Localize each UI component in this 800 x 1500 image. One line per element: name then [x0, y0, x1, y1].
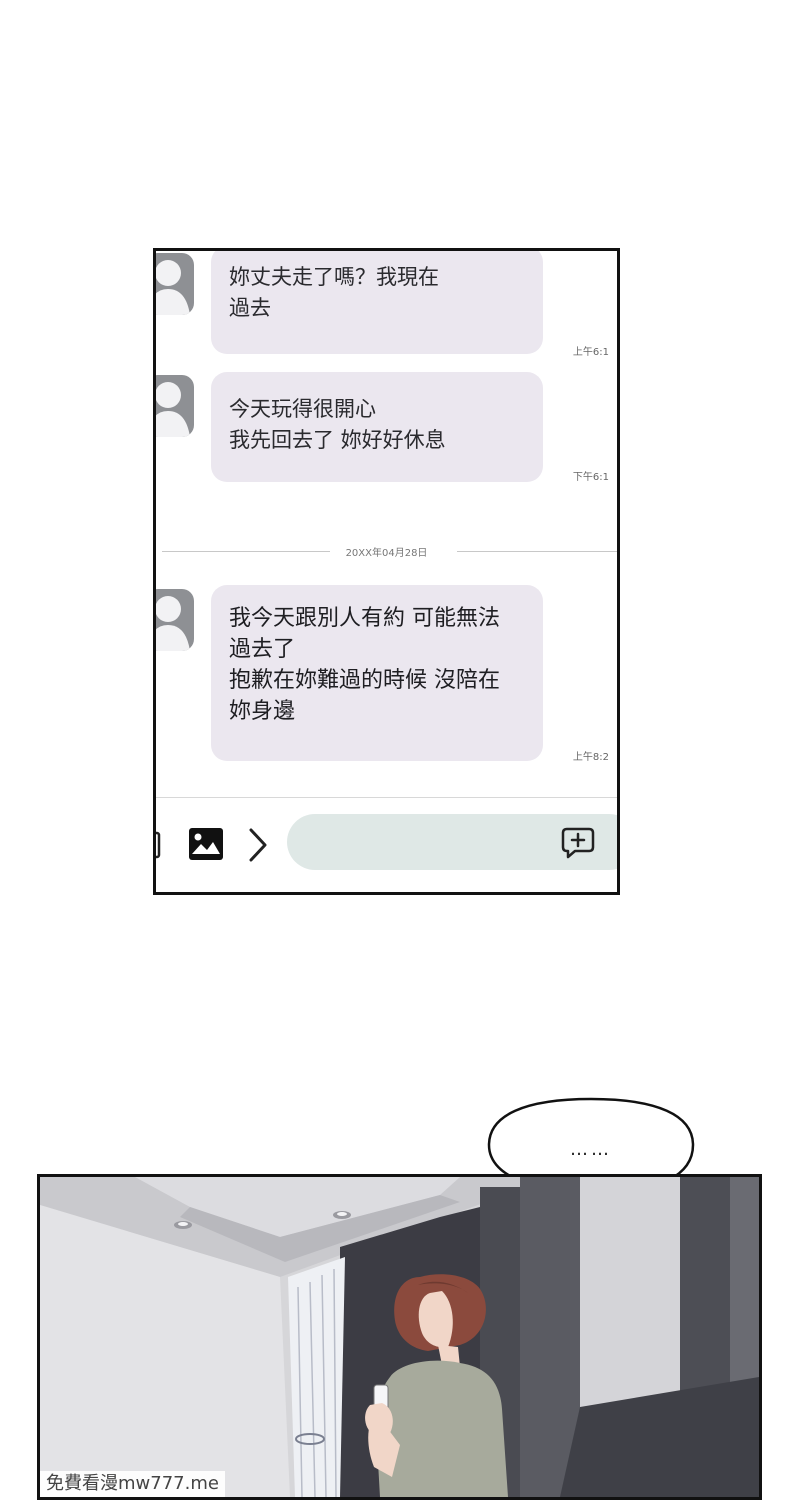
message-time: 下午6:1 — [572, 472, 609, 483]
chat-feed: 妳丈夫走了嗎？我現在 過去 上午6:1 今天玩得很開心 我先回去了 妳好好休息 … — [156, 251, 617, 796]
speech-text: …… — [570, 1139, 612, 1160]
room-illustration — [40, 1177, 759, 1497]
date-divider: 20XX年04月28日 — [156, 544, 617, 559]
message-bubble: 今天玩得很開心 我先回去了 妳好好休息 — [211, 372, 543, 482]
avatar — [156, 253, 194, 315]
image-icon[interactable] — [188, 827, 224, 865]
avatar — [156, 589, 194, 651]
add-comment-icon[interactable] — [561, 827, 595, 863]
message-bubble: 妳丈夫走了嗎？我現在 過去 — [211, 251, 543, 354]
message-time: 上午6:1 — [572, 347, 609, 358]
avatar — [156, 375, 194, 437]
message-input[interactable] — [287, 814, 617, 870]
divider-line — [457, 551, 617, 552]
attach-icon[interactable] — [156, 831, 162, 863]
chat-input-bar — [156, 797, 617, 892]
message-time: 上午8:2 — [572, 752, 609, 763]
chat-screenshot-panel: 妳丈夫走了嗎？我現在 過去 上午6:1 今天玩得很開心 我先回去了 妳好好休息 … — [153, 248, 620, 895]
chevron-right-icon[interactable] — [248, 828, 268, 866]
message-bubble: 我今天跟別人有約 可能無法 過去了 抱歉在妳難過的時候 沒陪在 妳身邊 — [211, 585, 543, 761]
room-scene-panel: 免費看漫mw777.me — [37, 1174, 762, 1500]
watermark: 免費看漫mw777.me — [40, 1471, 225, 1497]
